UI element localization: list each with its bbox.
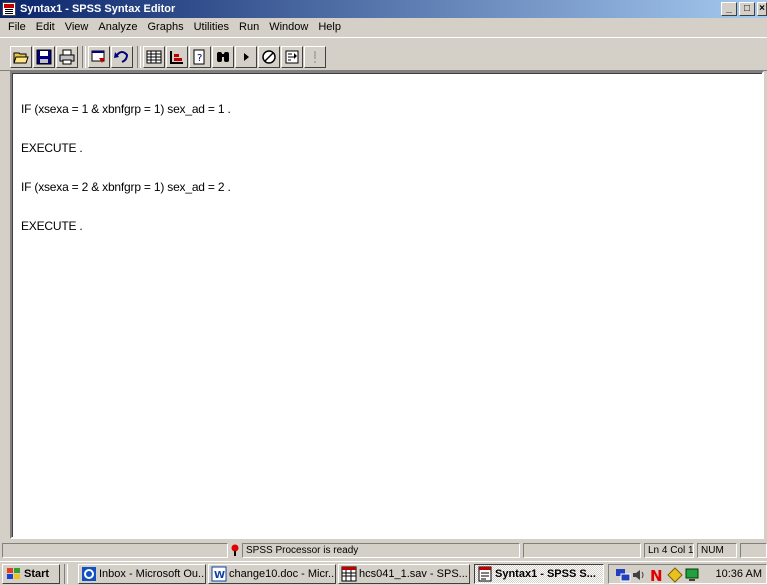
display-settings-icon[interactable] [685,567,701,583]
printer-icon [59,49,75,65]
task-outlook[interactable]: Inbox - Microsoft Ou... [78,564,206,584]
syntax-help-button[interactable]: ? [189,46,211,68]
toolbar-separator [137,46,141,68]
task-spss-data[interactable]: hcs041_1.sav - SPS... [338,564,470,584]
norton-antivirus-icon[interactable]: N [649,567,665,583]
status-bar: SPSS Processor is ready Ln 4 Col 1 NUM [0,542,767,559]
toolbar: ? [0,37,767,71]
run-exclamation-icon [314,51,316,63]
spss-data-icon [341,566,357,582]
processor-status-light-icon [231,544,239,556]
spss-syntax-icon [478,566,492,582]
stop-processor-icon [262,50,276,64]
menu-edit[interactable]: Edit [31,19,60,36]
status-pane-empty [2,543,228,558]
task-spss-syntax[interactable]: Syntax1 - SPSS S... [474,564,604,584]
syntax-line[interactable]: IF (xsexa = 1 & xbnfgrp = 1) sex_ad = 1 … [21,103,231,116]
undo-icon [114,51,129,63]
syntax-editor[interactable]: IF (xsexa = 1 & xbnfgrp = 1) sex_ad = 1 … [10,71,764,539]
toolbar-separator [82,46,86,68]
syntax-help-icon: ? [193,49,205,65]
goto-data-button[interactable] [143,46,165,68]
windows-flag-icon [6,567,22,581]
task-label: Inbox - Microsoft Ou... [99,568,206,580]
syntax-line[interactable]: EXECUTE . [21,220,231,233]
undo-button[interactable] [111,46,133,68]
cursor-position: Ln 4 Col 1 [644,543,694,558]
syntax-text[interactable]: IF (xsexa = 1 & xbnfgrp = 1) sex_ad = 1 … [21,77,231,259]
processor-status: SPSS Processor is ready [242,543,520,558]
value-labels-button[interactable] [281,46,303,68]
taskbar-clock[interactable]: 10:36 AM [716,568,762,580]
menu-window[interactable]: Window [264,19,313,36]
open-button[interactable] [10,46,32,68]
outlook-icon [82,567,96,581]
print-button[interactable] [56,46,78,68]
svg-text:N: N [650,567,663,583]
open-folder-icon [13,52,29,64]
value-labels-icon [285,50,299,64]
menu-view[interactable]: View [60,19,94,36]
svg-text:W: W [214,570,225,581]
menu-utilities[interactable]: Utilities [189,19,234,36]
goto-data-icon [146,50,162,64]
menu-bar: File Edit View Analyze Graphs Utilities … [0,18,767,37]
menu-analyze[interactable]: Analyze [93,19,142,36]
find-binoculars-icon [217,52,229,62]
menu-file[interactable]: File [3,19,31,36]
spss-app-icon[interactable] [2,2,16,16]
task-label: change10.doc - Micr... [229,568,336,580]
status-pane-blank [523,543,641,558]
run-all-button[interactable] [304,46,326,68]
variables-button[interactable] [166,46,188,68]
num-lock-indicator: NUM [697,543,737,558]
taskbar-separator [64,564,68,584]
syntax-line[interactable]: IF (xsexa = 2 & xbnfgrp = 1) sex_ad = 2 … [21,181,231,194]
taskbar: Start Inbox - Microsoft Ou... W change10… [0,561,767,585]
task-label: Syntax1 - SPSS S... [495,568,596,580]
minimize-button[interactable]: _ [721,2,737,16]
title-bar[interactable]: Syntax1 - SPSS Syntax Editor _ □ × [0,0,767,18]
variables-icon [170,51,183,64]
tray-app-icon[interactable] [667,567,683,583]
svg-text:?: ? [197,53,202,64]
find-button[interactable] [212,46,234,68]
start-button[interactable]: Start [2,564,60,584]
save-disk-icon [36,49,52,65]
word-icon: W [211,566,227,582]
status-pane-extra [740,543,767,558]
maximize-button[interactable]: □ [739,2,755,16]
system-tray: N 10:36 AM [608,564,767,584]
dialog-recall-button[interactable] [88,46,110,68]
run-current-icon [244,53,249,61]
volume-icon[interactable] [631,567,647,583]
close-button[interactable]: × [757,2,767,16]
start-label: Start [24,568,50,580]
stop-processor-button[interactable] [258,46,280,68]
run-current-button[interactable] [235,46,257,68]
network-icon[interactable] [615,567,631,583]
menu-graphs[interactable]: Graphs [143,19,189,36]
menu-run[interactable]: Run [234,19,264,36]
task-label: hcs041_1.sav - SPS... [359,568,468,580]
task-word[interactable]: W change10.doc - Micr... [208,564,336,584]
dialog-recall-icon [91,50,105,63]
window-title: Syntax1 - SPSS Syntax Editor [20,3,176,15]
syntax-line[interactable]: EXECUTE . [21,142,231,155]
menu-help[interactable]: Help [313,19,346,36]
save-button[interactable] [33,46,55,68]
